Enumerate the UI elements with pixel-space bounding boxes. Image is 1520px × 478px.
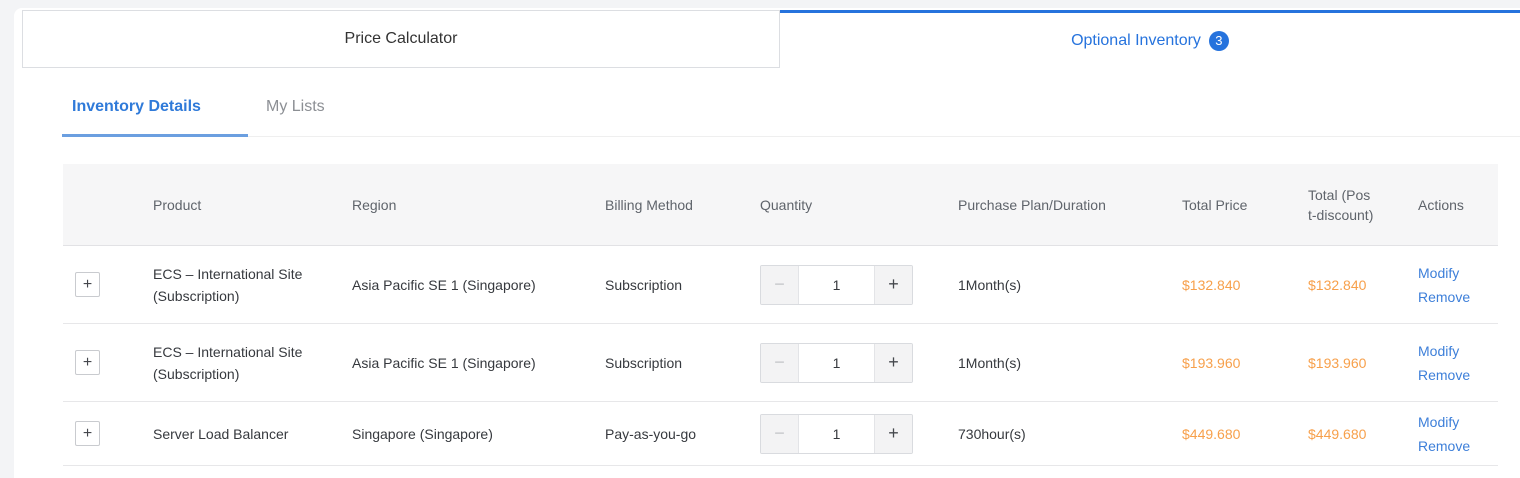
plus-icon: + [83,426,92,442]
header-quantity: Quantity [760,197,958,213]
header-billing-method: Billing Method [605,197,760,213]
subtab-inventory-details[interactable]: Inventory Details [72,98,201,116]
region-cell: Asia Pacific SE 1 (Singapore) [352,274,605,296]
purchase-plan-cell: 1Month(s) [958,352,1182,374]
header-actions: Actions [1418,197,1498,213]
expand-cell: + [63,421,153,446]
table-row: + ECS – International Site (Subscription… [63,324,1498,402]
billing-method-cell: Pay-as-you-go [605,423,760,445]
expand-cell: + [63,350,153,375]
product-cell: ECS – International Site (Subscription) [153,341,308,385]
billing-method-cell: Subscription [605,274,760,296]
table-row: + ECS – International Site (Subscription… [63,246,1498,324]
actions-cell: Modify Remove [1418,339,1498,387]
product-cell: ECS – International Site (Subscription) [153,263,308,307]
header-region: Region [352,197,605,213]
total-post-discount-cell: $132.840 [1308,277,1418,293]
total-post-discount-cell: $449.680 [1308,426,1418,442]
modify-link[interactable]: Modify [1418,410,1498,434]
modify-link[interactable]: Modify [1418,261,1498,285]
quantity-increase-button[interactable]: + [874,266,912,304]
billing-method-cell: Subscription [605,352,760,374]
optional-inventory-page: Price Calculator Optional Inventory 3 In… [0,0,1520,478]
quantity-input[interactable] [799,344,874,382]
quantity-cell: − + [760,414,958,454]
quantity-decrease-button[interactable]: − [761,344,799,382]
quantity-input[interactable] [799,266,874,304]
plus-icon: + [83,355,92,371]
purchase-plan-cell: 730hour(s) [958,423,1182,445]
modify-link[interactable]: Modify [1418,339,1498,363]
expand-row-button[interactable]: + [75,272,100,297]
remove-link[interactable]: Remove [1418,363,1498,387]
purchase-plan-cell: 1Month(s) [958,274,1182,296]
quantity-increase-button[interactable]: + [874,415,912,453]
actions-cell: Modify Remove [1418,261,1498,309]
subtab-my-lists[interactable]: My Lists [266,98,325,116]
quantity-stepper: − + [760,265,913,305]
quantity-cell: − + [760,265,958,305]
quantity-increase-button[interactable]: + [874,344,912,382]
product-cell: Server Load Balancer [153,423,308,445]
total-price-cell: $132.840 [1182,277,1308,293]
subtab-divider [62,136,1520,137]
quantity-cell: − + [760,343,958,383]
tab-optional-inventory[interactable]: Optional Inventory 3 [780,10,1520,68]
plus-icon: + [83,277,92,293]
inventory-table: Product Region Billing Method Quantity P… [63,164,1498,466]
total-price-cell: $449.680 [1182,426,1308,442]
expand-cell: + [63,272,153,297]
table-header-row: Product Region Billing Method Quantity P… [63,164,1498,246]
quantity-input[interactable] [799,415,874,453]
tab-price-calculator[interactable]: Price Calculator [22,10,780,68]
quantity-decrease-button[interactable]: − [761,415,799,453]
header-product: Product [153,197,352,213]
tab-optional-inventory-label: Optional Inventory [1071,32,1201,50]
expand-row-button[interactable]: + [75,350,100,375]
remove-link[interactable]: Remove [1418,434,1498,458]
header-purchase-plan: Purchase Plan/Duration [958,197,1182,213]
quantity-stepper: − + [760,343,913,383]
total-post-discount-cell: $193.960 [1308,355,1418,371]
tab-price-calculator-label: Price Calculator [345,30,458,48]
actions-cell: Modify Remove [1418,410,1498,458]
optional-inventory-count-badge: 3 [1209,31,1229,51]
region-cell: Asia Pacific SE 1 (Singapore) [352,352,605,374]
expand-row-button[interactable]: + [75,421,100,446]
remove-link[interactable]: Remove [1418,285,1498,309]
quantity-decrease-button[interactable]: − [761,266,799,304]
header-total-price: Total Price [1182,197,1308,213]
table-row: + Server Load Balancer Singapore (Singap… [63,402,1498,466]
region-cell: Singapore (Singapore) [352,423,605,445]
total-price-cell: $193.960 [1182,355,1308,371]
active-subtab-underline [62,134,248,137]
header-total-post-discount: Total (Post-discount) [1308,185,1374,225]
quantity-stepper: − + [760,414,913,454]
